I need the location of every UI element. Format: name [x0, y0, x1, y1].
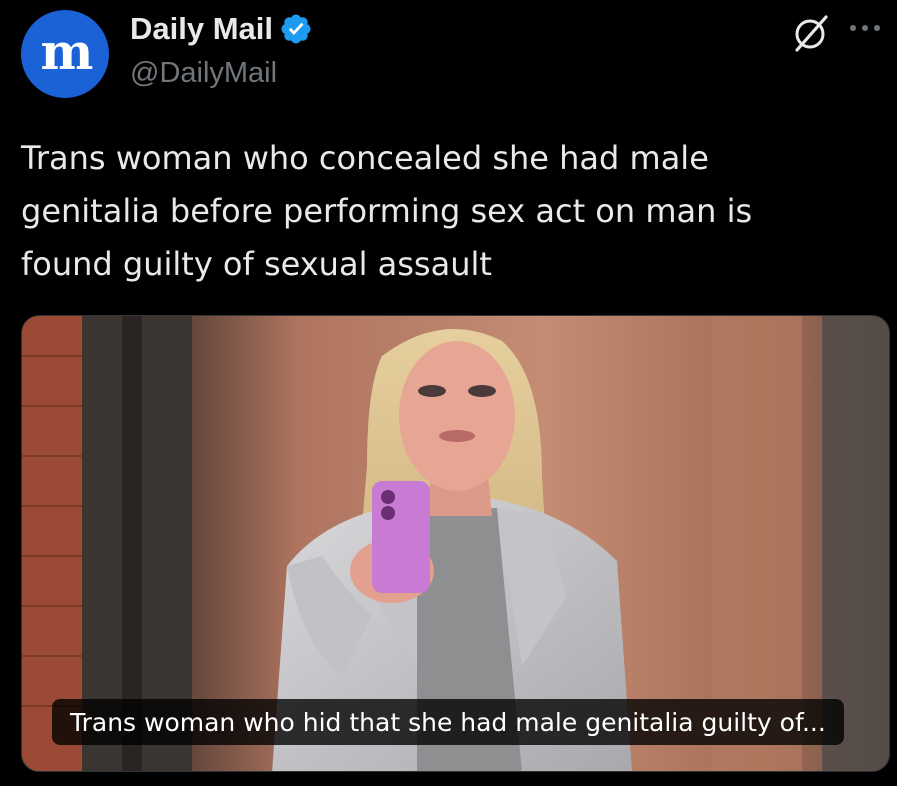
tweet-post: m Daily Mail @DailyMail Trans woman who …: [0, 0, 897, 786]
author-handle[interactable]: @DailyMail: [130, 55, 277, 91]
tweet-text: Trans woman who concealed she had male g…: [21, 139, 753, 283]
author-display-name[interactable]: Daily Mail: [130, 10, 273, 48]
verified-badge-icon: [281, 14, 311, 44]
media-caption: Trans woman who hid that she had male ge…: [52, 699, 844, 745]
grok-icon[interactable]: [790, 12, 832, 54]
more-options-icon[interactable]: [850, 22, 890, 34]
daily-mail-logo-icon: m: [40, 22, 94, 81]
media-card[interactable]: Trans woman who hid that she had male ge…: [21, 315, 890, 772]
author-name-row: Daily Mail: [130, 10, 313, 48]
author-avatar[interactable]: m: [21, 10, 109, 98]
